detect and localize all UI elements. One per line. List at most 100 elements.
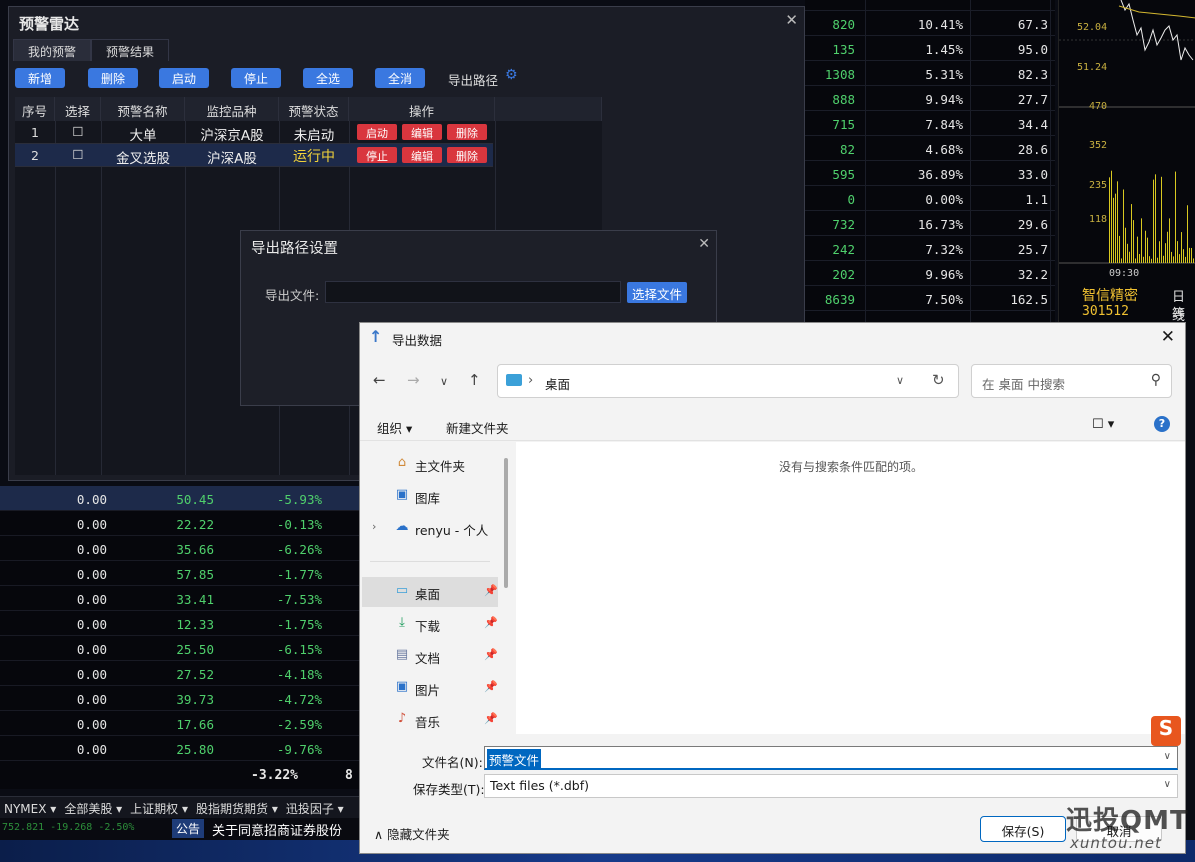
search-box[interactable]: 在 桌面 中搜索 ⚲ xyxy=(971,364,1172,398)
row-delete-button[interactable]: 删除 xyxy=(447,124,487,140)
list-row[interactable]: 0.00 25.50 -6.15% xyxy=(0,636,360,661)
quote-row[interactable]: 242 7.32% 25.7 xyxy=(805,236,1055,261)
watermark-title: 迅投QMT xyxy=(1066,806,1189,836)
filename-value[interactable]: 预警文件 xyxy=(487,749,542,770)
market-tab[interactable]: NYMEX ▾ xyxy=(0,799,60,816)
list-row[interactable]: 0.00 27.52 -4.18% xyxy=(0,661,360,686)
nav-item[interactable]: ▣ 图库 xyxy=(394,482,514,510)
hide-folders-toggle[interactable]: ∧ 隐藏文件夹 xyxy=(374,824,450,843)
filetype-select[interactable]: Text files (*.dbf) ∨ xyxy=(484,774,1178,798)
row-checkbox[interactable]: ☐ xyxy=(55,124,101,139)
notice-badge[interactable]: 公告 xyxy=(172,819,205,838)
refresh-icon[interactable]: ↻ xyxy=(932,371,945,389)
row-delete-button[interactable]: 删除 xyxy=(447,147,487,163)
list-row[interactable]: 0.00 22.22 -0.13% xyxy=(0,511,360,536)
pin-icon[interactable]: 📌 xyxy=(484,584,498,597)
view-options-icon[interactable]: ☐ ▾ xyxy=(1092,417,1114,432)
nav-item[interactable]: ♪ 音乐 📌 xyxy=(394,706,514,734)
address-bar[interactable]: › 桌面 ∨ ↻ xyxy=(497,364,959,398)
nav-item[interactable]: ☁ renyu - 个人 xyxy=(394,514,514,542)
quote-row[interactable] xyxy=(805,0,1055,11)
quote-row[interactable]: 1308 5.31% 82.3 xyxy=(805,61,1055,86)
gear-icon[interactable]: ⚙ xyxy=(505,67,518,83)
market-tab[interactable]: 迅投因子 ▾ xyxy=(282,797,348,817)
chevron-right-icon[interactable]: › xyxy=(528,373,533,388)
list-row[interactable]: 0.00 39.73 -4.72% xyxy=(0,686,360,711)
search-input[interactable]: 在 桌面 中搜索 xyxy=(982,374,1065,393)
back-arrow-icon[interactable]: ← xyxy=(373,371,386,389)
start-button[interactable]: 启动 xyxy=(159,68,209,88)
delete-button[interactable]: 删除 xyxy=(88,68,138,88)
nav-item[interactable]: ⌂ 主文件夹 xyxy=(394,450,514,478)
up-arrow-icon[interactable]: ↑ xyxy=(468,371,481,389)
list-row[interactable]: 0.00 35.66 -6.26% xyxy=(0,536,360,561)
quote-row[interactable]: 0 0.00% 1.1 xyxy=(805,186,1055,211)
row-edit-button[interactable]: 编辑 xyxy=(402,147,442,163)
quote-row[interactable]: 135 1.45% 95.0 xyxy=(805,36,1055,61)
volume-bar xyxy=(1165,243,1166,263)
save-button[interactable]: 保存(S) xyxy=(980,816,1066,842)
pin-icon[interactable]: 📌 xyxy=(484,648,498,661)
intraday-chart[interactable]: 52.04 51.24 470 352 235 118 09:30 xyxy=(1058,0,1195,330)
quote-row[interactable]: 820 10.41% 67.3 xyxy=(805,11,1055,36)
add-button[interactable]: 新增 xyxy=(15,68,65,88)
quote-row[interactable]: 82 4.68% 28.6 xyxy=(805,136,1055,161)
help-icon[interactable]: ? xyxy=(1154,416,1170,432)
recent-chevron-icon[interactable]: ∨ xyxy=(440,375,448,388)
chevron-down-icon[interactable]: ∨ xyxy=(1164,751,1171,762)
list-change: -1.75% xyxy=(276,617,322,632)
choose-file-button[interactable]: 选择文件 xyxy=(627,282,687,303)
pin-icon[interactable]: 📌 xyxy=(484,616,498,629)
search-icon[interactable]: ⚲ xyxy=(1151,372,1161,388)
nav-item[interactable]: ⤓ 下载 📌 xyxy=(394,610,514,638)
pin-icon[interactable]: 📌 xyxy=(484,680,498,693)
forward-arrow-icon[interactable]: → xyxy=(407,371,420,389)
organize-menu[interactable]: 组织 ▾ xyxy=(377,418,412,437)
row-checkbox[interactable]: ☐ xyxy=(55,147,101,162)
quote-row[interactable]: 888 9.94% 27.7 xyxy=(805,86,1055,111)
quote-row[interactable]: 8639 7.50% 162.5 xyxy=(805,286,1055,311)
market-tab[interactable]: 股指期货期货 ▾ xyxy=(192,797,282,817)
volume-bar xyxy=(1125,227,1126,263)
notice-text[interactable]: 关于同意招商证券股份 xyxy=(212,820,342,839)
tab-alert-results[interactable]: 预警结果 xyxy=(91,39,170,61)
nav-item[interactable]: ▣ 图片 📌 xyxy=(394,674,514,702)
list-row[interactable]: 0.00 17.66 -2.59% xyxy=(0,711,360,736)
row-edit-button[interactable]: 编辑 xyxy=(402,124,442,140)
quote-row[interactable]: 595 36.89% 33.0 xyxy=(805,161,1055,186)
chevron-down-icon[interactable]: ∨ xyxy=(896,374,904,387)
deselect-all-button[interactable]: 全消 xyxy=(375,68,425,88)
market-tab[interactable]: 上证期权 ▾ xyxy=(126,797,192,817)
pin-icon[interactable]: 📌 xyxy=(484,712,498,725)
export-settings-close-icon[interactable]: ✕ xyxy=(698,236,710,252)
row-stop-button[interactable]: 停止 xyxy=(357,147,397,163)
table-row[interactable]: 1 ☐ 大单 沪深京A股 未启动 启动 编辑 删除 xyxy=(15,121,493,144)
quote-row[interactable]: 732 16.73% 29.6 xyxy=(805,211,1055,236)
expand-chevron-icon[interactable]: › xyxy=(372,520,376,533)
export-file-input[interactable] xyxy=(325,281,621,303)
stop-button[interactable]: 停止 xyxy=(231,68,281,88)
list-row[interactable]: 0.00 12.33 -1.75% xyxy=(0,611,360,636)
nav-item[interactable]: ▤ 文档 📌 xyxy=(394,642,514,670)
chevron-down-icon[interactable]: ∨ xyxy=(1164,779,1171,790)
quote-row[interactable]: 715 7.84% 34.4 xyxy=(805,111,1055,136)
new-folder-button[interactable]: 新建文件夹 xyxy=(446,418,509,437)
stock-name[interactable]: 智信精密 xyxy=(1082,285,1138,305)
list-row[interactable]: 0.00 25.80 -9.76% xyxy=(0,736,360,761)
list-row[interactable]: 0.00 57.85 -1.77% xyxy=(0,561,360,586)
radar-close-icon[interactable]: ✕ xyxy=(785,11,798,29)
list-row[interactable]: 0.00 33.41 -7.53% xyxy=(0,586,360,611)
address-text[interactable]: 桌面 xyxy=(545,374,570,393)
filename-input[interactable]: 预警文件 ∨ xyxy=(484,746,1178,770)
nav-item[interactable]: ▭ 桌面 📌 xyxy=(394,578,514,606)
ime-logo-icon[interactable]: S xyxy=(1151,716,1181,746)
quote-row[interactable]: 202 9.96% 32.2 xyxy=(805,261,1055,286)
volume-bar xyxy=(1157,257,1158,263)
dialog-close-icon[interactable]: ✕ xyxy=(1161,327,1175,347)
market-tab[interactable]: 全部美股 ▾ xyxy=(60,797,126,817)
row-start-button[interactable]: 启动 xyxy=(357,124,397,140)
tab-my-alerts[interactable]: 我的预警 xyxy=(13,39,92,61)
table-row[interactable]: 2 ☐ 金叉选股 沪深A股 运行中 停止 编辑 删除 xyxy=(15,144,493,167)
list-row[interactable]: 0.00 50.45 -5.93% xyxy=(0,486,360,511)
select-all-button[interactable]: 全选 xyxy=(303,68,353,88)
